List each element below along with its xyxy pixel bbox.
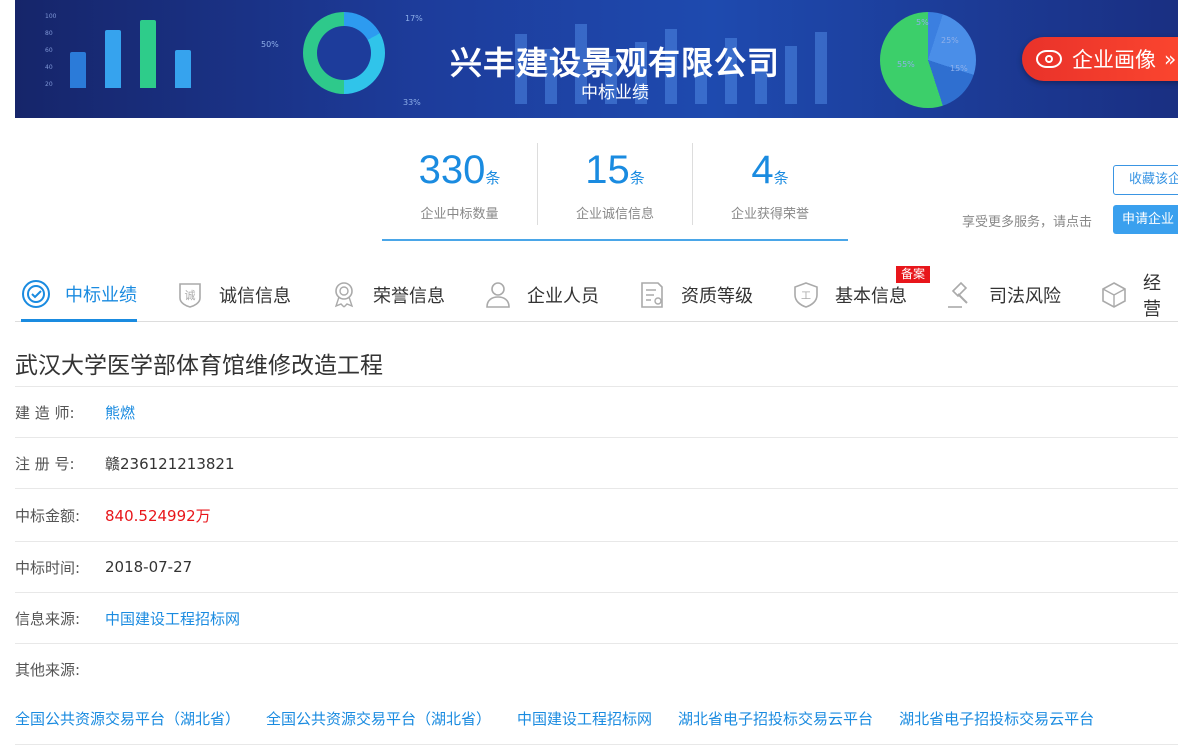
tab-label: 企业人员 (527, 286, 599, 307)
donut-label: 17% (405, 14, 423, 23)
tab-basic-info[interactable]: 工 基本信息 (791, 268, 907, 322)
bid-amount: 840.524992万 (105, 506, 211, 525)
svg-text:工: 工 (801, 291, 811, 302)
stat-value: 330 (418, 148, 486, 192)
stats-panel: 330条 企业中标数量 15条 企业诚信信息 4条 企业获得荣誉 (382, 143, 848, 241)
project-title: 武汉大学医学部体育馆维修改造工程 (15, 353, 383, 379)
target-icon (21, 279, 51, 309)
apply-company-button[interactable]: 申请企业 (1113, 205, 1178, 234)
eye-icon (1036, 50, 1062, 68)
other-source-link[interactable]: 全国公共资源交易平台（湖北省） (15, 708, 240, 729)
gavel-icon (945, 280, 975, 310)
tab-label: 经营 (1143, 273, 1161, 320)
filing-badge: 备案 (896, 266, 931, 283)
tab-label: 中标业绩 (65, 284, 137, 306)
tab-judicial-risk[interactable]: 司法风险 (945, 268, 1061, 322)
other-source-link[interactable]: 湖北省电子招投标交易云平台 (678, 708, 873, 729)
detail-row-constructor: 建 造 师: 熊燃 (15, 386, 1178, 437)
info-source-link[interactable]: 中国建设工程招标网 (105, 608, 240, 629)
badge-icon: 工 (791, 280, 821, 310)
stat-label: 企业获得荣誉 (730, 207, 809, 222)
tab-personnel[interactable]: 企业人员 (483, 268, 599, 322)
constructor-link[interactable]: 熊燃 (105, 402, 135, 423)
page: 100 80 60 40 20 17% 50% 33% 5% 25% 15% 55% 兴… (0, 0, 1178, 756)
registration-number: 赣236121213821 (105, 454, 235, 473)
stat-unit: 条 (629, 169, 645, 187)
stat-bids[interactable]: 330条 企业中标数量 (382, 143, 537, 225)
stat-integrity[interactable]: 15条 企业诚信信息 (537, 143, 692, 225)
banner-subtitle: 中标业绩 (581, 83, 649, 103)
tab-operations[interactable]: 经营 (1099, 268, 1178, 322)
tab-label: 基本信息 (835, 286, 907, 307)
field-label: 建 造 师: (15, 403, 75, 422)
stat-label: 企业诚信信息 (575, 207, 654, 222)
stat-unit: 条 (485, 169, 501, 187)
other-source-link[interactable]: 中国建设工程招标网 (517, 708, 652, 729)
other-source-link[interactable]: 湖北省电子招投标交易云平台 (899, 708, 1094, 729)
detail-row-date: 中标时间: 2018-07-27 (15, 541, 1178, 592)
stat-value: 4 (751, 148, 774, 192)
company-banner: 100 80 60 40 20 17% 50% 33% 5% 25% 15% 55% 兴… (15, 0, 1178, 118)
stat-unit: 条 (773, 169, 789, 187)
field-label: 中标时间: (15, 558, 81, 577)
tab-label: 诚信信息 (219, 286, 291, 307)
user-icon (483, 280, 513, 310)
tab-bid-performance[interactable]: 中标业绩 (21, 268, 137, 322)
stat-value: 15 (585, 148, 630, 192)
svg-text:诚: 诚 (185, 289, 196, 302)
tab-honors[interactable]: 荣誉信息 (329, 268, 445, 322)
bid-date: 2018-07-27 (105, 558, 193, 576)
cube-icon (1099, 280, 1129, 310)
field-label: 注 册 号: (15, 454, 75, 473)
tab-label: 荣誉信息 (373, 286, 445, 307)
detail-row-source: 信息来源: 中国建设工程招标网 (15, 592, 1178, 643)
medal-icon (329, 280, 359, 310)
other-sources-list: 全国公共资源交易平台（湖北省） 全国公共资源交易平台（湖北省） 中国建设工程招标… (15, 693, 1178, 745)
favorite-company-button[interactable]: 收藏该企 (1113, 165, 1178, 195)
portrait-button-label: 企业画像 (1072, 48, 1156, 72)
double-chevron-right-icon: » (1164, 47, 1177, 71)
tab-label: 资质等级 (681, 286, 753, 307)
tab-integrity[interactable]: 诚 诚信信息 (175, 268, 291, 322)
field-label: 其他来源: (15, 660, 81, 679)
stat-label: 企业中标数量 (420, 207, 499, 222)
more-services-text: 享受更多服务，请点击 (962, 215, 1093, 230)
pie-label: 5% (916, 18, 929, 27)
tab-bar: 中标业绩 诚 诚信信息 荣誉信息 企业人员 资质等级 工 基本信息 司法风险 经… (15, 268, 1178, 322)
field-label: 信息来源: (15, 609, 81, 628)
stat-honors[interactable]: 4条 企业获得荣誉 (692, 143, 847, 225)
certificate-icon (637, 280, 667, 310)
company-portrait-button[interactable]: 企业画像 » (1022, 37, 1178, 81)
other-source-link[interactable]: 全国公共资源交易平台（湖北省） (266, 708, 491, 729)
tab-qualification[interactable]: 资质等级 (637, 268, 753, 322)
tab-label: 司法风险 (989, 286, 1061, 307)
detail-row-registration: 注 册 号: 赣236121213821 (15, 437, 1178, 488)
field-label: 中标金额: (15, 506, 81, 525)
detail-row-other-sources: 其他来源: (15, 643, 1178, 694)
detail-row-amount: 中标金额: 840.524992万 (15, 488, 1178, 541)
shield-integrity-icon: 诚 (175, 280, 205, 310)
